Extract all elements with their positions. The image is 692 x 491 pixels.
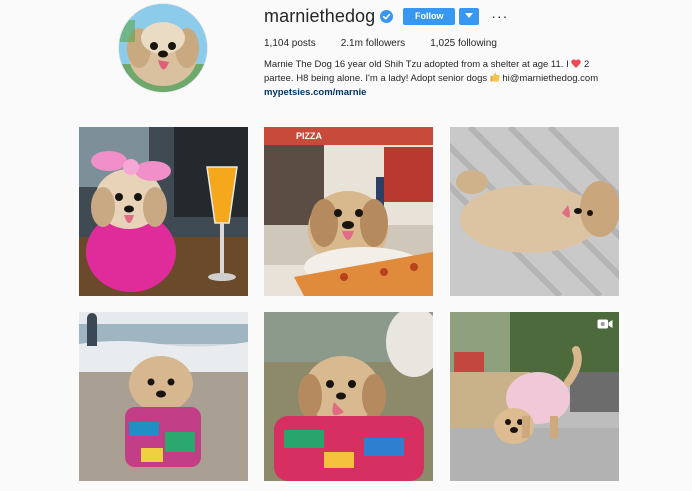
bio-link[interactable]: mypetsies.com/marnie [264,87,366,98]
follow-options-button[interactable] [459,7,480,25]
post-image-4 [79,312,248,481]
post-image-2: PIZZA [264,127,433,296]
profile-stats: 1,104 posts 2.1m followers 1,025 followi… [264,38,684,49]
post-tile-2[interactable]: PIZZA [264,127,433,296]
following-count[interactable]: 1,025 following [430,38,497,49]
profile-header: marniethedog Follow ··· 1,104 posts 2.1m… [264,4,684,100]
heart-icon [571,59,582,68]
profile-avatar[interactable] [119,4,207,92]
post-tile-6[interactable] [450,312,619,481]
post-image-6 [450,312,619,481]
username: marniethedog [264,5,376,26]
thumbs-up-icon [490,72,500,82]
chevron-down-icon [465,13,474,18]
followers-count[interactable]: 2.1m followers [341,38,405,49]
follow-button[interactable]: Follow [403,7,456,25]
bio-text-1a: Marnie The Dog 16 year old Shih Tzu adop… [264,59,569,70]
avatar-image [119,4,207,92]
posts-count: 1,104 posts [264,38,316,49]
bio-text-1b: 2 [584,59,590,70]
post-tile-5[interactable] [264,312,433,481]
post-image-5 [264,312,433,481]
bio-line-1: Marnie The Dog 16 year old Shih Tzu adop… [264,58,684,72]
post-tile-1[interactable] [79,127,248,296]
verified-badge-icon [380,9,394,23]
more-options-button[interactable]: ··· [491,9,508,23]
bio-text-2a: partee. H8 being alone. I'm a lady! Adop… [264,73,488,84]
post-image-3 [450,127,619,296]
bio-line-2: partee. H8 being alone. I'm a lady! Adop… [264,72,684,86]
posts-grid: PIZZA [79,127,619,483]
post-tile-4[interactable] [79,312,248,481]
svg-text:PIZZA: PIZZA [296,131,322,141]
bio-email: hi@marniethedog.com [502,73,599,84]
video-camera-icon [597,318,613,330]
profile-bio: Marnie The Dog 16 year old Shih Tzu adop… [264,58,684,100]
title-row: marniethedog Follow ··· [264,4,684,28]
post-tile-3[interactable] [450,127,619,296]
post-image-1 [79,127,248,296]
